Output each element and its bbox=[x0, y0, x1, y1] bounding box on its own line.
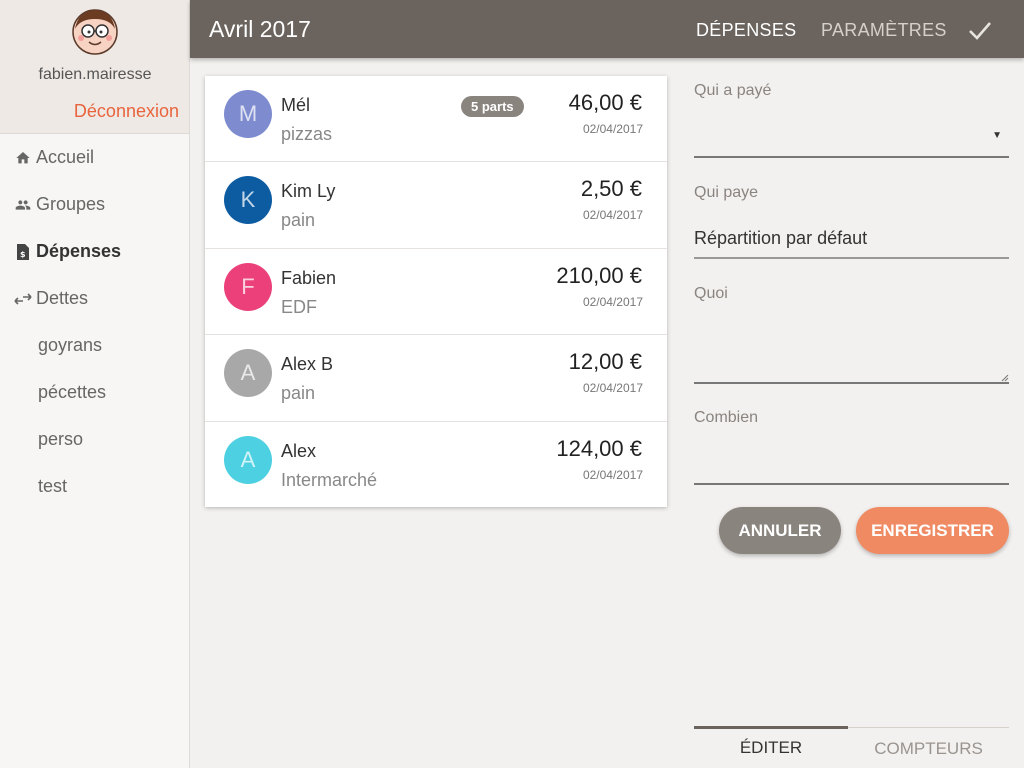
payer-avatar: F bbox=[224, 262, 272, 311]
expense-date: 02/04/2017 bbox=[582, 294, 643, 309]
expense-list: M Mél pizzas 5 parts 46,00 € 02/04/2017 K Kim L… bbox=[205, 76, 667, 507]
expense-amount: 12,00 € bbox=[568, 349, 642, 375]
parts-badge: 5 parts bbox=[461, 96, 524, 117]
sidebar-group-pecettes[interactable]: pécettes bbox=[0, 369, 189, 416]
who-pays-field[interactable]: Répartition par défaut bbox=[694, 228, 867, 249]
sidebar-item-label: Dettes bbox=[36, 288, 89, 308]
expense-amount: 46,00 € bbox=[568, 90, 642, 115]
sidebar-item-depenses[interactable]: $ Dépenses bbox=[0, 228, 189, 275]
expense-row[interactable]: F Fabien EDF 210,00 € 02/04/2017 bbox=[205, 249, 667, 336]
logout-link[interactable]: Déconnexion bbox=[74, 101, 179, 122]
expense-description: Intermarché bbox=[281, 469, 378, 490]
avatar bbox=[70, 7, 120, 55]
sidebar-nav: Accueil Groupes $ Dépenses Dettes goyran… bbox=[0, 134, 189, 510]
swap-arrows-icon bbox=[14, 290, 32, 308]
page-title: Avril 2017 bbox=[209, 16, 311, 42]
tab-depenses[interactable]: DÉPENSES bbox=[696, 20, 796, 41]
expense-description: pain bbox=[281, 210, 316, 231]
bottom-tabs: ÉDITER COMPTEURS bbox=[694, 726, 1009, 768]
sidebar-group-goyrans[interactable]: goyrans bbox=[0, 322, 189, 369]
payer-name: Alex bbox=[281, 440, 317, 461]
username: fabien.mairesse bbox=[38, 66, 152, 83]
payer-avatar: K bbox=[224, 176, 272, 225]
resize-handle-icon[interactable] bbox=[999, 372, 1009, 382]
expense-row[interactable]: M Mél pizzas 5 parts 46,00 € 02/04/2017 bbox=[205, 76, 667, 163]
confirm-button[interactable] bbox=[967, 18, 993, 42]
expense-description: pizzas bbox=[281, 124, 333, 144]
expense-description: pain bbox=[281, 383, 316, 404]
expense-date: 02/04/2017 bbox=[582, 381, 643, 396]
sidebar-group-test[interactable]: test bbox=[0, 463, 189, 510]
tab-parametres[interactable]: PARAMÈTRES bbox=[821, 20, 947, 41]
expense-row[interactable]: A Alex B pain 12,00 € 02/04/2017 bbox=[205, 335, 667, 422]
what-underline bbox=[694, 382, 1009, 384]
sidebar-item-accueil[interactable]: Accueil bbox=[0, 134, 189, 181]
who-paid-underline bbox=[694, 156, 1009, 158]
expense-row[interactable]: A Alex Intermarché 124,00 € 02/04/2017 bbox=[205, 422, 667, 508]
expense-amount: 124,00 € bbox=[556, 435, 642, 461]
who-pays-label: Qui paye bbox=[694, 184, 759, 201]
expense-date: 02/04/2017 bbox=[582, 208, 643, 223]
payer-name: Alex B bbox=[281, 354, 334, 375]
amount-label: Combien bbox=[694, 409, 759, 426]
group-icon bbox=[14, 196, 32, 214]
sidebar-item-label: Groupes bbox=[36, 194, 106, 214]
amount-input[interactable] bbox=[694, 448, 1009, 478]
sidebar-item-label: Dépenses bbox=[36, 241, 122, 261]
sidebar-group-perso[interactable]: perso bbox=[0, 416, 189, 463]
payer-name: Mél bbox=[281, 95, 311, 115]
payer-avatar: A bbox=[224, 349, 272, 398]
what-label: Quoi bbox=[694, 285, 728, 302]
expense-amount: 2,50 € bbox=[580, 176, 642, 202]
payer-name: Fabien bbox=[281, 267, 337, 288]
sidebar-item-groupes[interactable]: Groupes bbox=[0, 181, 189, 228]
sidebar-item-dettes[interactable]: Dettes bbox=[0, 275, 189, 322]
who-paid-label: Qui a payé bbox=[694, 82, 772, 99]
home-icon bbox=[14, 149, 32, 167]
tab-compteurs[interactable]: COMPTEURS bbox=[848, 728, 1009, 768]
expense-row[interactable]: K Kim Ly pain 2,50 € 02/04/2017 bbox=[205, 162, 667, 249]
svg-text:$: $ bbox=[20, 250, 26, 259]
check-icon bbox=[969, 22, 991, 40]
save-button[interactable]: ENREGISTRER bbox=[856, 507, 1009, 554]
payer-name: Kim Ly bbox=[281, 181, 336, 202]
amount-underline bbox=[694, 483, 1009, 485]
top-bar: Avril 2017 DÉPENSES PARAMÈTRES bbox=[190, 0, 1024, 58]
profile-panel: fabien.mairesse Déconnexion bbox=[0, 0, 189, 134]
what-textarea[interactable] bbox=[694, 316, 1009, 376]
expense-amount: 210,00 € bbox=[556, 262, 642, 288]
sidebar-item-label: Accueil bbox=[36, 147, 95, 167]
payer-avatar: M bbox=[224, 90, 272, 138]
expense-description: EDF bbox=[281, 296, 317, 317]
cancel-button[interactable]: ANNULER bbox=[719, 507, 841, 554]
receipt-icon: $ bbox=[14, 243, 32, 261]
expense-date: 02/04/2017 bbox=[582, 467, 643, 482]
tab-editer[interactable]: ÉDITER bbox=[694, 726, 848, 767]
dropdown-arrow-icon[interactable]: ▼ bbox=[992, 130, 1002, 141]
expense-date: 02/04/2017 bbox=[582, 122, 643, 136]
payer-avatar: A bbox=[224, 435, 272, 484]
who-pays-underline bbox=[694, 257, 1009, 259]
sidebar: fabien.mairesse Déconnexion Accueil Grou… bbox=[0, 0, 190, 768]
